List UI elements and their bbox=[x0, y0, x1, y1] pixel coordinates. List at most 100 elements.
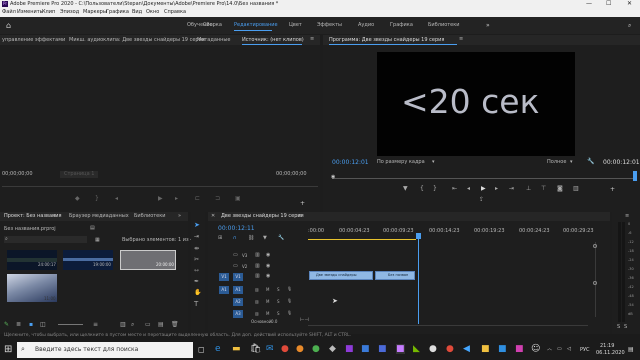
source-page-select[interactable]: Страница 1 bbox=[60, 171, 99, 178]
snap-icon[interactable]: ∩ bbox=[233, 235, 237, 241]
v3-sync-icon[interactable]: ▥ bbox=[255, 253, 260, 258]
icon-view-icon[interactable]: ▪ bbox=[29, 321, 33, 328]
slip-tool-icon[interactable]: ⇿ bbox=[194, 267, 199, 274]
work-area-bar[interactable] bbox=[308, 239, 416, 240]
program-zoom-select[interactable]: По размеру кадра bbox=[377, 160, 425, 165]
meter-menu-icon[interactable]: ≡ bbox=[625, 214, 629, 219]
scroll-handle-mid[interactable] bbox=[593, 281, 597, 285]
windows-start-icon[interactable]: ⊞ bbox=[4, 344, 12, 355]
menu-markers[interactable]: Маркеры bbox=[83, 10, 107, 15]
v1-sync-icon[interactable]: ▥ bbox=[255, 274, 260, 279]
home-icon[interactable]: ⌂ bbox=[6, 21, 11, 30]
source-play-icon[interactable]: ▶ bbox=[158, 195, 163, 202]
clock-time[interactable]: 21:19 bbox=[600, 344, 614, 349]
program-play-icon[interactable]: ▶ bbox=[481, 185, 486, 192]
minimize-button[interactable]: — bbox=[586, 1, 592, 7]
playhead-start-marker[interactable]: ◉ bbox=[331, 175, 335, 180]
app-icon-pink[interactable]: ■ bbox=[515, 344, 524, 354]
quality-chevron-down-icon[interactable]: ▾ bbox=[570, 160, 573, 165]
tab-libraries[interactable]: Библиотеки bbox=[134, 214, 166, 219]
video-clip-1[interactable]: Две звезды снайдеры bbox=[309, 271, 373, 280]
export-icon[interactable]: ⇪ bbox=[479, 197, 484, 203]
v1-target[interactable]: V1 bbox=[233, 273, 245, 281]
tray-chevron-up-icon[interactable]: ︿ bbox=[547, 347, 552, 352]
a3-mic-icon[interactable]: 🎙 bbox=[287, 310, 292, 315]
menu-help[interactable]: Справка bbox=[164, 10, 186, 15]
new-folder-icon[interactable]: ▭ bbox=[145, 321, 151, 328]
razor-tool-icon[interactable]: ✂ bbox=[194, 256, 199, 263]
trash-icon[interactable]: 🗑 bbox=[171, 321, 179, 328]
timeline-sequence-tab[interactable]: Две звезды снайдеры 19 серия bbox=[221, 214, 304, 219]
app-icon-blue[interactable]: ■ bbox=[378, 344, 387, 354]
app-icon-red[interactable]: ● bbox=[281, 344, 289, 354]
timeline-settings-icon[interactable]: 🔧 bbox=[278, 235, 284, 241]
freeform-view-icon[interactable]: ◫ bbox=[40, 321, 46, 328]
v1-eye-icon[interactable]: ◉ bbox=[266, 274, 270, 279]
menu-clip[interactable]: Клип bbox=[42, 10, 55, 15]
workspace-libraries[interactable]: Библиотеки bbox=[428, 23, 460, 28]
workspace-effects[interactable]: Эффекты bbox=[317, 23, 342, 28]
insert-icon[interactable]: ⊏ bbox=[195, 195, 200, 202]
ripple-edit-tool-icon[interactable]: ⇹ bbox=[194, 245, 199, 252]
menu-file[interactable]: Файл bbox=[2, 10, 16, 15]
a1-mic-icon[interactable]: 🎙 bbox=[287, 286, 292, 291]
v1-source-patch[interactable]: V1 bbox=[219, 273, 231, 281]
network-icon[interactable]: ▭ bbox=[557, 347, 562, 352]
nest-icon[interactable]: ⊞ bbox=[218, 235, 222, 241]
overwrite-icon[interactable]: ⊐ bbox=[215, 195, 220, 202]
notification-icon[interactable]: ▤ bbox=[628, 347, 634, 353]
program-add-button[interactable]: + bbox=[610, 186, 615, 193]
program-title[interactable]: Программа: Две звезды снайдеры 19 серия bbox=[329, 38, 444, 43]
a2-solo-button[interactable]: S bbox=[277, 299, 280, 304]
taskbar-search-box[interactable]: ⌕ Введите здесь текст для поиска bbox=[17, 342, 193, 358]
a1-solo-button[interactable]: S bbox=[277, 287, 280, 292]
wrench-icon[interactable]: 🔧 bbox=[587, 159, 594, 165]
timeline-menu-icon[interactable]: ≡ bbox=[298, 214, 302, 219]
mark-out-icon[interactable]: } bbox=[95, 195, 99, 202]
mark-in-icon-program[interactable]: { bbox=[420, 185, 424, 192]
tab-audio-clip-mixer[interactable]: Микш. аудиоклипа: Две звезды снайдеры 19… bbox=[69, 38, 205, 43]
add-marker-timeline-icon[interactable]: ▼ bbox=[263, 235, 267, 241]
a1-sync-icon[interactable]: ▥ bbox=[255, 287, 259, 292]
scroll-handle-top[interactable] bbox=[593, 244, 597, 248]
tab-media-browser[interactable]: Браузер медиаданных bbox=[69, 214, 129, 219]
project-search-input[interactable]: ⌕ bbox=[4, 236, 87, 243]
clock-date[interactable]: 06.11.2020 bbox=[596, 351, 625, 356]
step-back-program-icon[interactable]: ◂ bbox=[467, 185, 470, 192]
extract-icon[interactable]: ⊤ bbox=[541, 185, 546, 192]
a3-solo-button[interactable]: S bbox=[277, 311, 280, 316]
premiere-taskbar-icon[interactable]: ■ bbox=[396, 344, 405, 354]
chrome-icon[interactable]: ● bbox=[312, 344, 320, 354]
sort-icon[interactable]: ≡ bbox=[93, 321, 98, 328]
linked-selection-icon[interactable]: ⛓ bbox=[248, 235, 254, 241]
a1-source-patch[interactable]: A1 bbox=[219, 286, 231, 294]
a1-mute-button[interactable]: M bbox=[266, 287, 269, 292]
tab-metadata[interactable]: Метаданные bbox=[197, 38, 230, 43]
nvidia-icon[interactable]: ◣ bbox=[413, 344, 420, 354]
program-playhead[interactable] bbox=[633, 171, 637, 181]
workspace-editing[interactable]: Редактирование bbox=[234, 23, 278, 28]
a3-mute-button[interactable]: M bbox=[266, 311, 269, 316]
clip-thumbnail-2[interactable] bbox=[63, 250, 113, 270]
workspace-audio[interactable]: Аудио bbox=[358, 23, 374, 28]
program-scrubber[interactable] bbox=[332, 178, 636, 179]
telegram-icon[interactable]: ◀ bbox=[463, 344, 470, 354]
tab-effect-controls[interactable]: управление эффектами bbox=[2, 38, 65, 43]
app-icon-blue-2[interactable]: ■ bbox=[498, 344, 507, 354]
a2-target[interactable]: A2 bbox=[233, 298, 245, 306]
app-icon-purple[interactable]: ■ bbox=[345, 344, 354, 354]
v2-target-icon[interactable]: ▭ bbox=[233, 264, 238, 269]
timeline-close-icon[interactable]: ✕ bbox=[211, 214, 215, 219]
task-view-icon[interactable]: ◻ bbox=[198, 345, 205, 354]
camera-icon[interactable]: ◙ bbox=[557, 185, 563, 192]
maximize-button[interactable]: ☐ bbox=[606, 1, 611, 7]
meter-solo-right[interactable]: S bbox=[624, 325, 627, 330]
video-clip-2[interactable]: Без назван bbox=[375, 271, 415, 280]
close-button[interactable]: ✕ bbox=[627, 1, 632, 7]
clip-thumbnail-1[interactable] bbox=[7, 250, 57, 270]
program-panel-menu-icon[interactable]: ≡ bbox=[459, 37, 463, 42]
workspaces-overflow-icon[interactable]: » bbox=[486, 22, 490, 29]
pencil-icon[interactable]: ✎ bbox=[4, 321, 9, 328]
a2-mute-button[interactable]: M bbox=[266, 299, 269, 304]
go-to-out-icon[interactable]: ⇥ bbox=[509, 185, 514, 192]
